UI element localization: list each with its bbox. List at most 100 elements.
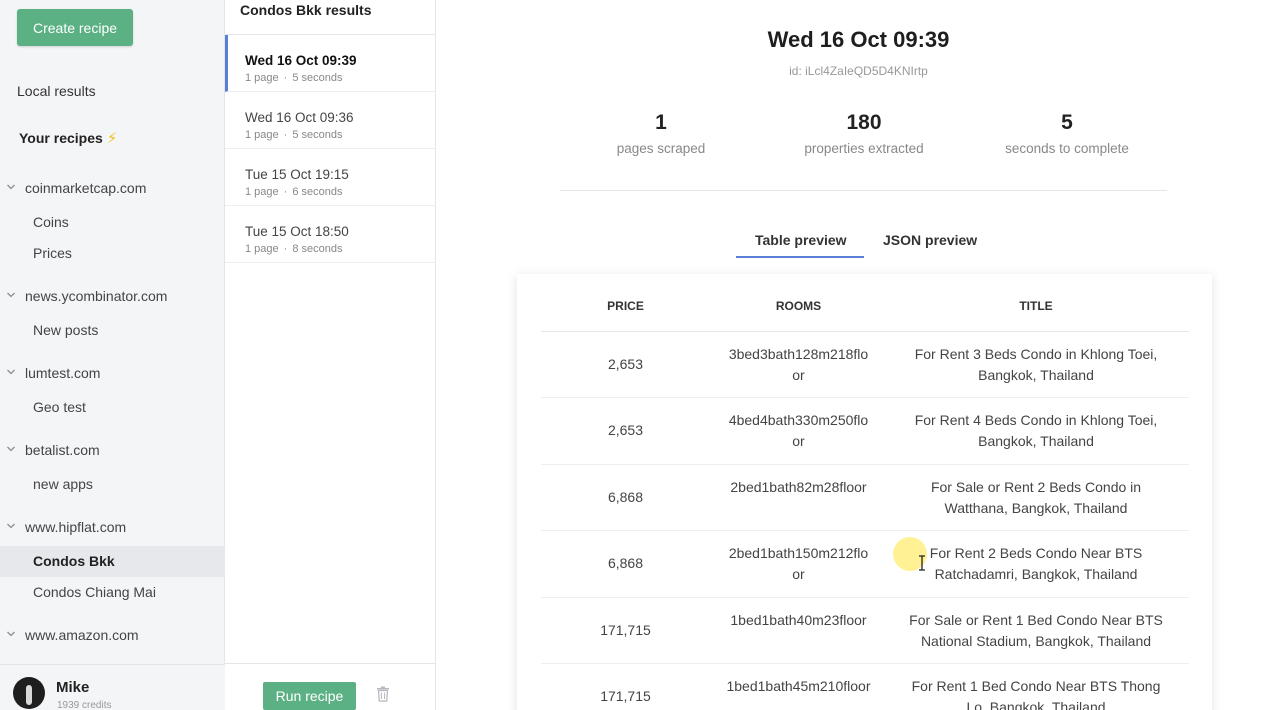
cell-rooms: 1bed1bath45m210floor xyxy=(726,677,871,694)
sidebar-item-prices[interactable]: Prices xyxy=(0,238,225,269)
table-row[interactable]: 6,868 2bed1bath150m212floor For Rent 2 Bed… xyxy=(541,531,1189,598)
page-title: Wed 16 Oct 09:39 xyxy=(767,27,950,52)
run-list-item[interactable]: Wed 16 Oct 09:36 1 page · 5 seconds xyxy=(225,92,436,149)
avatar[interactable] xyxy=(13,677,45,709)
separator-dot: · xyxy=(283,243,288,255)
table-row[interactable]: 171,715 1bed1bath45m210floor For Rent 1 Be… xyxy=(541,664,1189,710)
column-header-price[interactable]: PRICE xyxy=(553,299,698,313)
run-meta: 1 page · 5 seconds xyxy=(245,129,342,141)
sidebar-domain-news-ycombinator-com[interactable]: news.ycombinator.com xyxy=(0,284,225,315)
tab-table-preview[interactable]: Table preview xyxy=(755,232,847,248)
stat-value: 5 xyxy=(1061,111,1073,134)
separator-dot: · xyxy=(283,129,288,141)
table-row[interactable]: 6,868 2bed1bath82m28floor For Sale or Rent… xyxy=(541,465,1189,532)
sidebar-domain-label: lumtest.com xyxy=(25,365,101,381)
table-row[interactable]: 2,653 4bed4bath330m250floor For Rent 4 Bed… xyxy=(541,398,1189,465)
chevron-down-icon[interactable] xyxy=(6,182,16,192)
run-duration: 8 seconds xyxy=(292,243,343,255)
table-body: 2,653 3bed3bath128m218floor For Rent 3 Bed… xyxy=(541,332,1189,710)
run-list-item[interactable]: Wed 16 Oct 09:39 1 page · 5 seconds xyxy=(225,35,436,92)
column-header-title[interactable]: TITLE xyxy=(901,299,1171,313)
run-date: Wed 16 Oct 09:39 xyxy=(245,53,357,68)
cell-title: For Rent 2 Beds Condo Near BTS Ratchadam… xyxy=(929,545,1143,583)
preview-tabs: Table preview JSON preview xyxy=(437,226,1280,258)
stat-value: 1 xyxy=(655,111,667,134)
cell-price: 6,868 xyxy=(607,488,644,505)
sidebar-domain-www-amazon-com[interactable]: www.amazon.com xyxy=(0,623,225,654)
divider xyxy=(560,190,1167,191)
cell-rooms: 1bed1bath40m23floor xyxy=(730,611,867,628)
results-table: PRICE ROOMS TITLE 2,653 3bed3bath128m218f… xyxy=(517,274,1212,710)
run-date: Tue 15 Oct 18:50 xyxy=(245,224,349,239)
cell-title: For Sale or Rent 2 Beds Condo in Watthan… xyxy=(930,478,1142,516)
chevron-down-icon[interactable] xyxy=(6,367,16,377)
sidebar-item-condos-bkk[interactable]: Condos Bkk xyxy=(0,546,225,577)
table-row[interactable]: 2,653 3bed3bath128m218floor For Rent 3 Bed… xyxy=(541,332,1189,399)
sidebar-item-geo-test[interactable]: Geo test xyxy=(0,392,225,423)
table-row[interactable]: 171,715 1bed1bath40m23floor For Sale or Re… xyxy=(541,598,1189,664)
stat-value: 180 xyxy=(846,111,882,134)
active-tab-indicator xyxy=(736,256,864,258)
run-date: Tue 15 Oct 19:15 xyxy=(245,167,349,182)
trash-icon[interactable] xyxy=(376,686,390,702)
run-list-item[interactable]: Tue 15 Oct 19:15 1 page · 6 seconds xyxy=(225,149,436,206)
table-header: PRICE ROOMS TITLE xyxy=(541,274,1189,332)
run-pages: 1 page xyxy=(245,243,279,255)
sidebar-domain-label: coinmarketcap.com xyxy=(25,180,147,196)
cell-title: For Rent 3 Beds Condo in Khlong Toei, Ba… xyxy=(914,346,1158,383)
run-pages: 1 page xyxy=(245,129,279,141)
sidebar-item-local-results[interactable]: Local results xyxy=(17,83,96,99)
stat-label: seconds to complete xyxy=(1005,141,1129,156)
sidebar-item-new-apps[interactable]: new apps xyxy=(0,469,225,500)
run-meta: 1 page · 8 seconds xyxy=(245,243,342,255)
run-pages: 1 page xyxy=(245,186,279,198)
cell-rooms: 2bed1bath82m28floor xyxy=(730,478,867,495)
chevron-down-icon[interactable] xyxy=(6,629,16,639)
stat-properties-extracted: 180 properties extracted xyxy=(774,111,954,156)
chevron-down-icon[interactable] xyxy=(6,521,16,531)
column-header-rooms[interactable]: ROOMS xyxy=(726,299,871,313)
sidebar-domain-label: betalist.com xyxy=(25,442,100,458)
sidebar-item-new-posts[interactable]: New posts xyxy=(0,315,225,346)
sidebar-domain-coinmarketcap-com[interactable]: coinmarketcap.com xyxy=(0,176,225,207)
tab-json-preview[interactable]: JSON preview xyxy=(883,232,977,248)
sidebar-item-coins[interactable]: Coins xyxy=(0,207,225,238)
cell-rooms: 2bed1bath150m212floor xyxy=(728,545,869,583)
sidebar: Create recipe Local results Your recipes… xyxy=(0,0,225,710)
separator-dot: · xyxy=(283,186,288,198)
results-footer: Run recipe xyxy=(225,663,436,710)
run-id: id: iLcl4ZaIeQD5D4KNIrtp xyxy=(789,64,928,78)
main-content: Wed 16 Oct 09:39 id: iLcl4ZaIeQD5D4KNIrt… xyxy=(437,0,1280,710)
sidebar-domain-betalist-com[interactable]: betalist.com xyxy=(0,438,225,469)
results-panel: Condos Bkk results Wed 16 Oct 09:39 1 pag… xyxy=(225,0,436,710)
run-pages: 1 page xyxy=(245,72,279,84)
separator-dot: · xyxy=(283,72,288,84)
run-recipe-button[interactable]: Run recipe xyxy=(263,682,356,710)
chevron-down-icon[interactable] xyxy=(6,290,16,300)
user-name: Mike xyxy=(56,679,90,696)
run-list-item[interactable]: Tue 15 Oct 18:50 1 page · 8 seconds xyxy=(225,206,436,263)
cell-price: 171,715 xyxy=(600,621,651,638)
run-duration: 5 seconds xyxy=(292,129,343,141)
stat-label: pages scraped xyxy=(616,141,706,156)
sidebar-item-condos-chiang-mai[interactable]: Condos Chiang Mai xyxy=(0,577,225,608)
stat-label: properties extracted xyxy=(804,141,924,156)
stat-pages-scraped: 1 pages scraped xyxy=(571,111,751,156)
user-panel[interactable]: Mike 1939 credits xyxy=(0,664,225,710)
lightning-bolt-icon: ⚡ xyxy=(106,130,118,147)
sidebar-domain-www-hipflat-com[interactable]: www.hipflat.com xyxy=(0,515,225,546)
run-duration: 5 seconds xyxy=(292,72,343,84)
create-recipe-button[interactable]: Create recipe xyxy=(17,9,133,46)
run-date: Wed 16 Oct 09:36 xyxy=(245,110,354,125)
run-list: Wed 16 Oct 09:39 1 page · 5 seconds Wed 16 O… xyxy=(225,35,436,263)
results-title: Condos Bkk results xyxy=(240,2,372,18)
cell-title: For Sale or Rent 1 Bed Condo Near BTS Na… xyxy=(909,611,1163,649)
your-recipes-label: Your recipes xyxy=(19,130,103,146)
sidebar-domain-lumtest-com[interactable]: lumtest.com xyxy=(0,361,225,392)
run-meta: 1 page · 5 seconds xyxy=(245,72,342,84)
cell-rooms: 3bed3bath128m218floor xyxy=(728,346,869,383)
sidebar-domain-label: www.hipflat.com xyxy=(25,519,127,535)
recipe-tree: coinmarketcap.com Coins Prices news.ycombin… xyxy=(0,176,225,654)
cell-price: 2,653 xyxy=(607,422,644,439)
chevron-down-icon[interactable] xyxy=(6,444,16,454)
